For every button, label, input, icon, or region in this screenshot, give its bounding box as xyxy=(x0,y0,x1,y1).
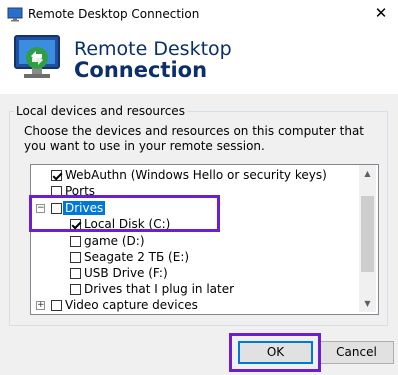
checkbox-game-d[interactable] xyxy=(70,236,81,247)
tree-item-label: Seagate 2 ТБ (E:) xyxy=(84,250,190,264)
tree-item-video-capture[interactable]: + Video capture devices xyxy=(31,298,361,314)
devices-tree[interactable]: WebAuthn (Windows Hello or security keys… xyxy=(30,164,379,315)
tree-item-usb-f[interactable]: USB Drive (F:) xyxy=(31,266,361,282)
header-title-line1: Remote Desktop xyxy=(74,38,232,60)
checkbox-webauthn[interactable] xyxy=(51,170,62,181)
remote-desktop-app-icon xyxy=(7,7,23,22)
tree-item-webauthn[interactable]: WebAuthn (Windows Hello or security keys… xyxy=(31,168,361,184)
window-title: Remote Desktop Connection xyxy=(28,7,200,21)
scroll-down-arrow-icon[interactable]: ▼ xyxy=(359,295,376,312)
checkbox-drives-later[interactable] xyxy=(70,284,81,295)
close-button[interactable]: ✕ xyxy=(368,2,394,24)
tree-item-seagate-e[interactable]: Seagate 2 ТБ (E:) xyxy=(31,250,361,266)
checkbox-video-capture[interactable] xyxy=(51,300,62,311)
annotation-highlight-drives xyxy=(29,195,220,232)
scroll-up-arrow-icon[interactable]: ▲ xyxy=(359,165,376,182)
cancel-button[interactable]: Cancel xyxy=(319,341,394,364)
annotation-highlight-ok xyxy=(229,333,321,372)
scrollbar-thumb[interactable] xyxy=(361,196,374,272)
header-title-line2: Connection xyxy=(74,58,208,82)
tree-item-label: game (D:) xyxy=(84,234,145,248)
tree-item-label: USB Drive (F:) xyxy=(84,266,168,280)
tree-item-drives-later[interactable]: Drives that I plug in later xyxy=(31,282,361,298)
checkbox-seagate-e[interactable] xyxy=(70,252,81,263)
group-description: Choose the devices and resources on this… xyxy=(24,124,364,153)
expand-icon[interactable]: + xyxy=(36,301,45,310)
group-legend: Local devices and resources xyxy=(14,104,187,118)
remote-monitor-icon xyxy=(14,35,60,78)
tree-item-game-d[interactable]: game (D:) xyxy=(31,234,361,250)
tree-item-label: WebAuthn (Windows Hello or security keys… xyxy=(65,168,327,182)
checkbox-usb-f[interactable] xyxy=(70,268,81,279)
tree-item-label: Drives that I plug in later xyxy=(84,282,235,296)
tree-item-label: Video capture devices xyxy=(65,298,198,312)
